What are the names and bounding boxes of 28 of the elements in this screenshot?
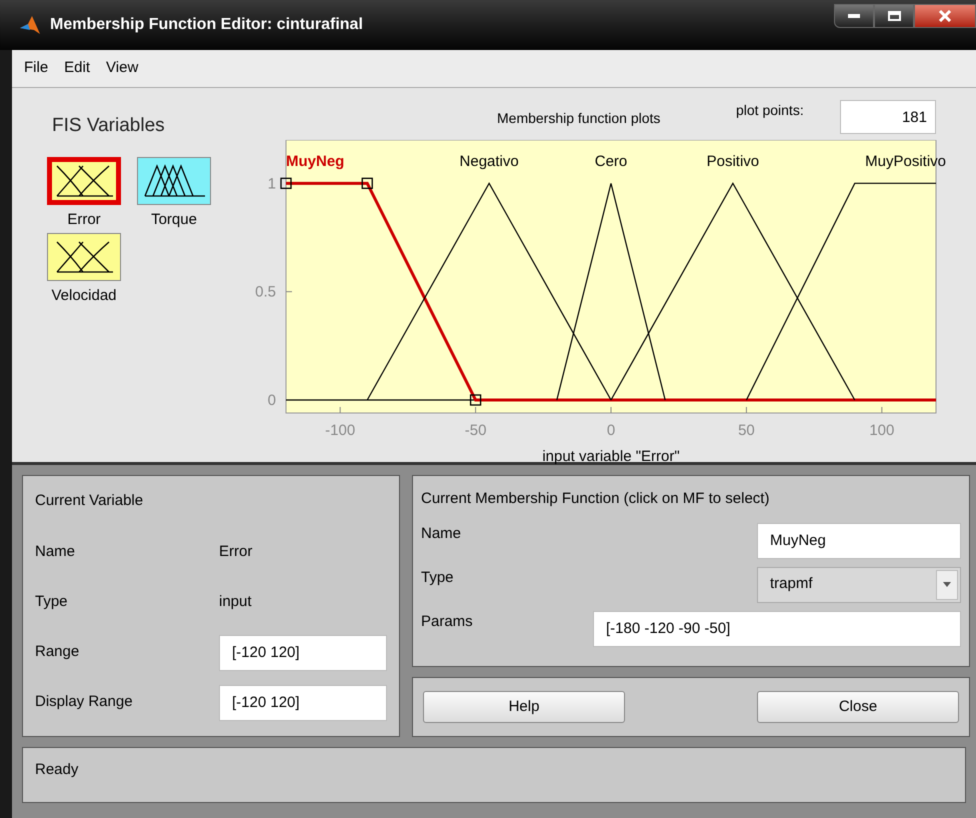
variable-label: Error [67, 210, 101, 230]
field-label: Display Range [35, 692, 134, 712]
y-tick-label: 0.5 [255, 284, 276, 301]
field-value: Error [219, 542, 252, 562]
panel-title: Current Membership Function (click on MF to select) [421, 489, 770, 509]
status-text: Ready [35, 761, 78, 778]
variable-label: Torque [151, 210, 197, 230]
fis-variables-title: FIS Variables [52, 114, 162, 138]
panel-title: Current Variable [35, 491, 144, 511]
x-axis-label: input variable "Error" [542, 448, 680, 465]
field-label: Name [421, 524, 462, 544]
field-label: Name [35, 542, 76, 562]
window-title: Membership Function Editor: cinturafinal [50, 15, 363, 35]
field-label: Type [35, 592, 69, 612]
variable-label: Velocidad [51, 286, 117, 306]
field-value: input [219, 592, 252, 612]
field-label: Range [35, 642, 80, 662]
y-tick-label: 1 [268, 175, 276, 192]
plot-points-label: plot points: [736, 101, 804, 120]
y-tick-label: 0 [268, 392, 276, 409]
field-label: Type [421, 568, 455, 588]
x-tick-label: -100 [325, 422, 356, 439]
x-tick-label: -50 [464, 422, 486, 439]
plot-title: Membership function plots [497, 109, 660, 128]
x-tick-label: 50 [738, 422, 755, 439]
field-label: Params [421, 612, 474, 632]
x-tick-label: 100 [869, 422, 894, 439]
x-tick-label: 0 [606, 422, 616, 439]
